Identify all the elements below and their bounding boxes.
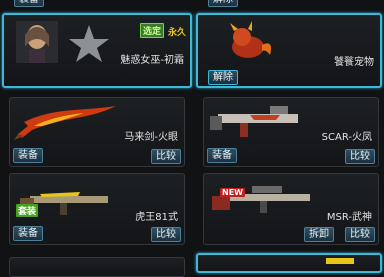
pet-name: 饕餮宠物 [334, 57, 374, 68]
top-right-partial-button[interactable]: 解除 [208, 0, 238, 7]
character-portrait [16, 21, 109, 63]
rifle-81-equip-button[interactable]: 装备 [13, 226, 43, 241]
rifle-81-compare-button[interactable]: 比较 [151, 227, 181, 242]
pet-card[interactable]: 饕餮宠物 解除 [196, 13, 382, 88]
scar-name: SCAR-火凤 [321, 132, 372, 143]
permanent-badge: 永久 [168, 28, 187, 38]
rifle-81-card[interactable]: 套装 虎王81式 装备 比较 [9, 173, 185, 245]
msr-remove-button[interactable]: 拆卸 [304, 227, 334, 242]
new-tag: NEW [220, 188, 245, 197]
sword-compare-button[interactable]: 比较 [151, 149, 181, 164]
scar-compare-button[interactable]: 比较 [345, 149, 375, 164]
next-row-card-right[interactable] [196, 253, 382, 273]
scar-equip-button[interactable]: 装备 [207, 148, 237, 163]
scar-card[interactable]: SCAR-火凤 装备 比较 [203, 97, 379, 167]
sword-image [14, 106, 116, 140]
pet-image [230, 21, 271, 58]
sword-card[interactable]: 马来剑-火眼 装备 比较 [9, 97, 185, 167]
msr-card[interactable]: NEW MSR-武神 拆卸 比较 [203, 173, 379, 245]
rank-star-icon [69, 25, 109, 62]
selected-badge: 选定 [140, 23, 165, 38]
rifle-81-name: 虎王81式 [135, 212, 178, 223]
sword-name: 马来剑-火眼 [124, 132, 178, 143]
set-tag: 套装 [16, 204, 39, 217]
next-row-card-left[interactable] [9, 257, 185, 277]
msr-compare-button[interactable]: 比较 [345, 227, 375, 242]
msr-rifle-image [212, 186, 310, 213]
character-card[interactable]: 选定 永久 魅惑女巫-初霜 [2, 13, 192, 88]
pet-unequip-button[interactable]: 解除 [208, 70, 238, 85]
next-card-badge-strip [326, 258, 354, 264]
top-left-partial-button[interactable]: 装备 [14, 0, 44, 7]
scar-rifle-image [210, 106, 298, 137]
character-name: 魅惑女巫-初霜 [120, 55, 184, 66]
msr-name: MSR-武神 [326, 212, 372, 223]
sword-equip-button[interactable]: 装备 [13, 148, 43, 163]
